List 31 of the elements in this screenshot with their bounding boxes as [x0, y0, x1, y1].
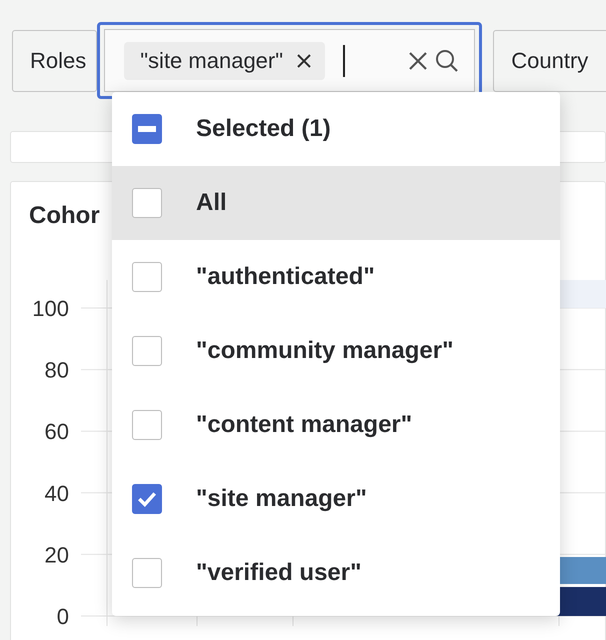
- option-label[interactable]: "site manager": [196, 485, 367, 513]
- checkbox[interactable]: [132, 336, 162, 366]
- option-row[interactable]: All: [112, 166, 560, 240]
- chart-band: [559, 280, 606, 308]
- option-label[interactable]: "verified user": [196, 559, 362, 587]
- checkbox[interactable]: [132, 558, 162, 588]
- option-label[interactable]: "content manager": [196, 411, 412, 439]
- checkbox[interactable]: [132, 484, 162, 514]
- axis-tick-label: 0: [56, 604, 69, 629]
- axis-tick-label: 100: [32, 296, 69, 321]
- checkbox[interactable]: [132, 262, 162, 292]
- country-button[interactable]: Country: [493, 30, 606, 92]
- roles-select-field[interactable]: "site manager": [97, 22, 482, 99]
- checkbox[interactable]: [132, 410, 162, 440]
- text-cursor: [343, 44, 346, 76]
- search-icon[interactable]: [435, 48, 460, 72]
- option-label[interactable]: All: [196, 189, 227, 217]
- option-label[interactable]: "authenticated": [196, 263, 375, 291]
- card-title: Cohor: [28, 201, 100, 231]
- axis-tick-label: 80: [44, 358, 69, 383]
- option-label: Selected (1): [196, 115, 331, 143]
- axis-tick-label: 20: [44, 542, 69, 568]
- roles-button[interactable]: Roles: [12, 30, 98, 92]
- chip-label: "site manager": [140, 48, 284, 74]
- clear-icon[interactable]: [409, 52, 428, 70]
- axis-tick-label: 40: [44, 480, 69, 506]
- checkbox[interactable]: [132, 114, 162, 144]
- option-label[interactable]: "community manager": [196, 337, 454, 365]
- remove-icon[interactable]: [297, 54, 312, 68]
- axis-tick-label: 60: [44, 419, 69, 444]
- checkbox[interactable]: [132, 188, 162, 218]
